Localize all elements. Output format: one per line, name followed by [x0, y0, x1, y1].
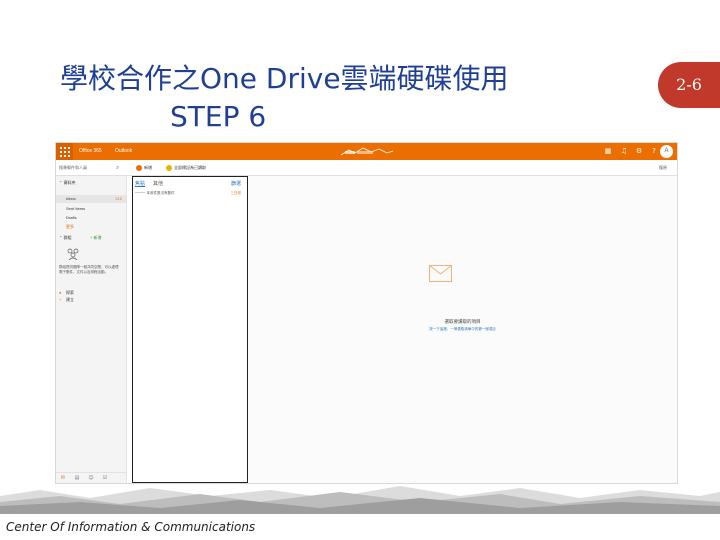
create-link[interactable]: 建立 — [66, 296, 74, 303]
reading-pane: 選取要讀取的項目 按一下這裡，一律選取清單中的第一個項目 — [248, 176, 677, 483]
search-small-icon: ● — [59, 290, 62, 295]
discover-link[interactable]: 探索 — [66, 289, 74, 296]
page-number-badge: 2-6 — [658, 62, 720, 108]
outlook-screenshot: Office 365 Outlook ▦ ♫ ⚙ ? A 搜尋郵件和人員 ⌕ 新… — [55, 142, 678, 484]
mail-icon[interactable]: ✉ — [60, 475, 66, 481]
search-icon[interactable]: ⌕ — [116, 163, 125, 172]
mark-all-read-button[interactable]: 全部標記為已讀取 — [166, 163, 206, 172]
folders-header[interactable]: ⌃ 資料夾 — [59, 179, 75, 186]
tasks-icon[interactable]: ☑ — [102, 475, 108, 481]
empty-state-title: 選取要讀取的項目 — [444, 319, 481, 324]
office-topbar: Office 365 Outlook ▦ ♫ ⚙ ? A — [56, 143, 677, 160]
slide-subtitle: STEP 6 — [170, 100, 267, 133]
plus-icon — [136, 164, 142, 171]
slide-title: 學校合作之One Drive雲端硬碟使用 — [60, 62, 509, 95]
help-icon[interactable]: ? — [649, 146, 659, 156]
mark-read-label: 全部標記為已讀取 — [174, 165, 206, 170]
grid-icon[interactable]: ▦ — [603, 146, 613, 156]
module-switcher: ✉ ▤ ☺ ☑ — [56, 472, 126, 483]
new-group-button[interactable]: + 新增 — [90, 234, 101, 241]
school-logo-icon — [340, 147, 394, 156]
office365-label[interactable]: Office 365 — [79, 143, 102, 160]
groups-header[interactable]: ⌃ 群組 — [59, 234, 71, 241]
avatar[interactable]: A — [660, 145, 673, 158]
new-label: 新增 — [144, 165, 152, 170]
sidebar-item-inbox[interactable]: Inbox — [66, 195, 76, 202]
bell-icon[interactable]: ♫ — [619, 146, 629, 156]
outlook-label[interactable]: Outlook — [115, 143, 132, 160]
new-button[interactable]: 新增 — [136, 163, 152, 172]
gear-icon[interactable]: ⚙ — [634, 146, 644, 156]
folder-pane: ⌃ 資料夾 Inbox 212 Sent Items Drafts 更多 ⌃ 群… — [56, 176, 127, 483]
people-icon[interactable]: ☺ — [88, 475, 94, 481]
envelope-open-icon — [166, 164, 172, 171]
calendar-icon[interactable]: ▤ — [74, 475, 80, 481]
groups-description: 群組提供團隊一個共同空間，可以處理電子郵件、文件以及排程活動。 — [59, 265, 119, 274]
sidebar-item-drafts[interactable]: Drafts — [66, 214, 77, 221]
groups-icon — [67, 248, 79, 260]
empty-state-hint[interactable]: 按一下這裡，一律選取清單中的第一個項目 — [248, 327, 677, 332]
inbox-count-badge: 212 — [115, 196, 122, 201]
sidebar-item-sent[interactable]: Sent Items — [66, 205, 85, 212]
undo-button[interactable]: 復原 — [659, 163, 667, 172]
message-list: 焦點 其他 篩選 一一一 本收件匣沒有郵件 三日前 — [132, 176, 248, 483]
list-item-date: 三日前 — [230, 191, 242, 195]
sidebar-item-more[interactable]: 更多 — [66, 223, 74, 230]
app-launcher-icon[interactable] — [56, 143, 73, 160]
tab-other[interactable]: 其他 — [153, 180, 163, 188]
command-bar: 搜尋郵件和人員 ⌕ 新增 全部標記為已讀取 復原 — [56, 160, 677, 176]
footer-text: Center Of Information & Communications — [6, 520, 256, 534]
filter-button[interactable]: 篩選 — [231, 180, 241, 188]
plus-icon: + — [59, 297, 62, 302]
list-item[interactable]: 一一一 本收件匣沒有郵件 — [135, 190, 174, 196]
tab-focused[interactable]: 焦點 — [135, 180, 145, 188]
envelope-icon — [429, 265, 452, 282]
